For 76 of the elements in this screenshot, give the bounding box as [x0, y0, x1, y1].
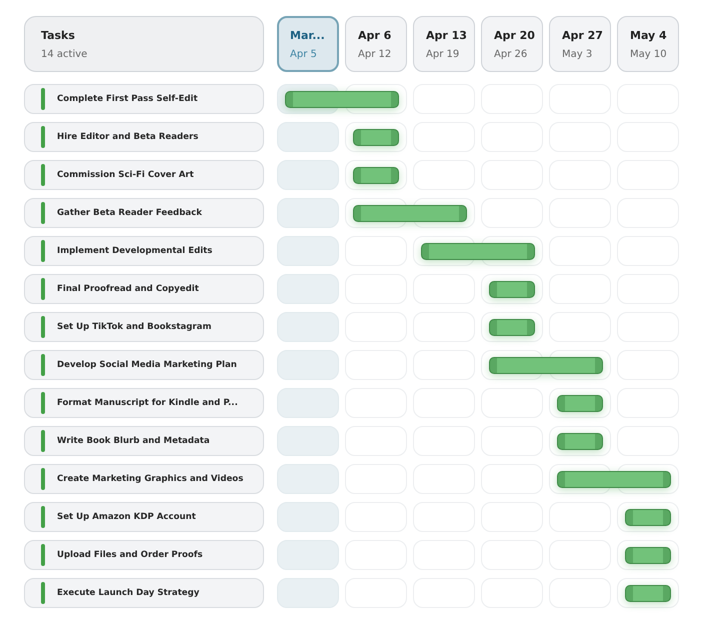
schedule-bar[interactable]: [557, 470, 671, 488]
week-start-date: Apr 13: [426, 29, 468, 42]
schedule-bar[interactable]: [353, 166, 399, 184]
week-header[interactable]: Apr 20 Apr 26: [481, 16, 543, 72]
status-bar-icon: [41, 164, 45, 186]
status-bar-icon: [41, 430, 45, 452]
schedule-bar[interactable]: [625, 546, 671, 564]
task-row[interactable]: Commission Sci-Fi Cover Art: [24, 160, 264, 190]
task-row[interactable]: Complete First Pass Self-Edit: [24, 84, 264, 114]
week-end-date: May 3: [562, 49, 594, 60]
task-name: Implement Developmental Edits: [57, 246, 212, 256]
schedule-bar[interactable]: [557, 394, 603, 412]
status-bar-icon: [41, 392, 45, 414]
task-row[interactable]: Implement Developmental Edits: [24, 236, 264, 266]
tasks-title: Tasks: [41, 29, 76, 42]
task-row[interactable]: Hire Editor and Beta Readers: [24, 122, 264, 152]
task-name: Execute Launch Day Strategy: [57, 588, 200, 598]
schedule-bar[interactable]: [489, 318, 535, 336]
task-row[interactable]: Format Manuscript for Kindle and P...: [24, 388, 264, 418]
task-name: Hire Editor and Beta Readers: [57, 132, 198, 142]
week-header[interactable]: Apr 13 Apr 19: [413, 16, 475, 72]
schedule-bar[interactable]: [625, 584, 671, 602]
task-row[interactable]: Develop Social Media Marketing Plan: [24, 350, 264, 380]
task-row[interactable]: Create Marketing Graphics and Videos: [24, 464, 264, 494]
task-row[interactable]: Upload Files and Order Proofs: [24, 540, 264, 570]
week-end-date: Apr 5: [290, 49, 318, 60]
task-row[interactable]: Final Proofread and Copyedit: [24, 274, 264, 304]
schedule-bar[interactable]: [489, 356, 603, 374]
task-name: Final Proofread and Copyedit: [57, 284, 199, 294]
schedule-bar[interactable]: [625, 508, 671, 526]
week-start-date: May 4: [630, 29, 668, 42]
task-name: Upload Files and Order Proofs: [57, 550, 203, 560]
status-bar-icon: [41, 316, 45, 338]
schedule-bar[interactable]: [353, 128, 399, 146]
active-count: 14 active: [41, 49, 88, 60]
task-name: Create Marketing Graphics and Videos: [57, 474, 244, 484]
status-bar-icon: [41, 544, 45, 566]
task-name: Format Manuscript for Kindle and P...: [57, 398, 238, 408]
task-row[interactable]: Execute Launch Day Strategy: [24, 578, 264, 608]
task-name: Commission Sci-Fi Cover Art: [57, 170, 194, 180]
week-header[interactable]: Apr 6 Apr 12: [345, 16, 407, 72]
task-row[interactable]: Gather Beta Reader Feedback: [24, 198, 264, 228]
week-end-date: Apr 19: [426, 49, 460, 60]
status-bar-icon: [41, 126, 45, 148]
task-name: Set Up Amazon KDP Account: [57, 512, 196, 522]
task-name: Develop Social Media Marketing Plan: [57, 360, 237, 370]
task-row[interactable]: Write Book Blurb and Metadata: [24, 426, 264, 456]
schedule-bar[interactable]: [489, 280, 535, 298]
week-start-date: Apr 6: [358, 29, 392, 42]
status-bar-icon: [41, 354, 45, 376]
task-row[interactable]: Set Up Amazon KDP Account: [24, 502, 264, 532]
status-bar-icon: [41, 582, 45, 604]
status-bar-icon: [41, 240, 45, 262]
week-end-date: May 10: [630, 49, 668, 60]
week-header[interactable]: Apr 27 May 3: [549, 16, 611, 72]
schedule-bar[interactable]: [557, 432, 603, 450]
schedule-bar[interactable]: [285, 90, 399, 108]
week-end-date: Apr 26: [494, 49, 528, 60]
task-name: Gather Beta Reader Feedback: [57, 208, 202, 218]
week-header[interactable]: Mar... Apr 5: [277, 16, 339, 72]
week-header[interactable]: May 4 May 10: [617, 16, 679, 72]
week-end-date: Apr 12: [358, 49, 392, 60]
status-bar-icon: [41, 506, 45, 528]
week-start-date: Mar...: [290, 29, 326, 42]
task-name: Write Book Blurb and Metadata: [57, 436, 210, 446]
status-bar-icon: [41, 468, 45, 490]
task-name: Complete First Pass Self-Edit: [57, 94, 198, 104]
task-row[interactable]: Set Up TikTok and Bookstagram: [24, 312, 264, 342]
schedule-bar[interactable]: [421, 242, 535, 260]
status-bar-icon: [41, 88, 45, 110]
week-start-date: Apr 20: [494, 29, 536, 42]
task-name: Set Up TikTok and Bookstagram: [57, 322, 212, 332]
schedule-bar[interactable]: [353, 204, 467, 222]
status-bar-icon: [41, 202, 45, 224]
week-start-date: Apr 27: [562, 29, 604, 42]
status-bar-icon: [41, 278, 45, 300]
